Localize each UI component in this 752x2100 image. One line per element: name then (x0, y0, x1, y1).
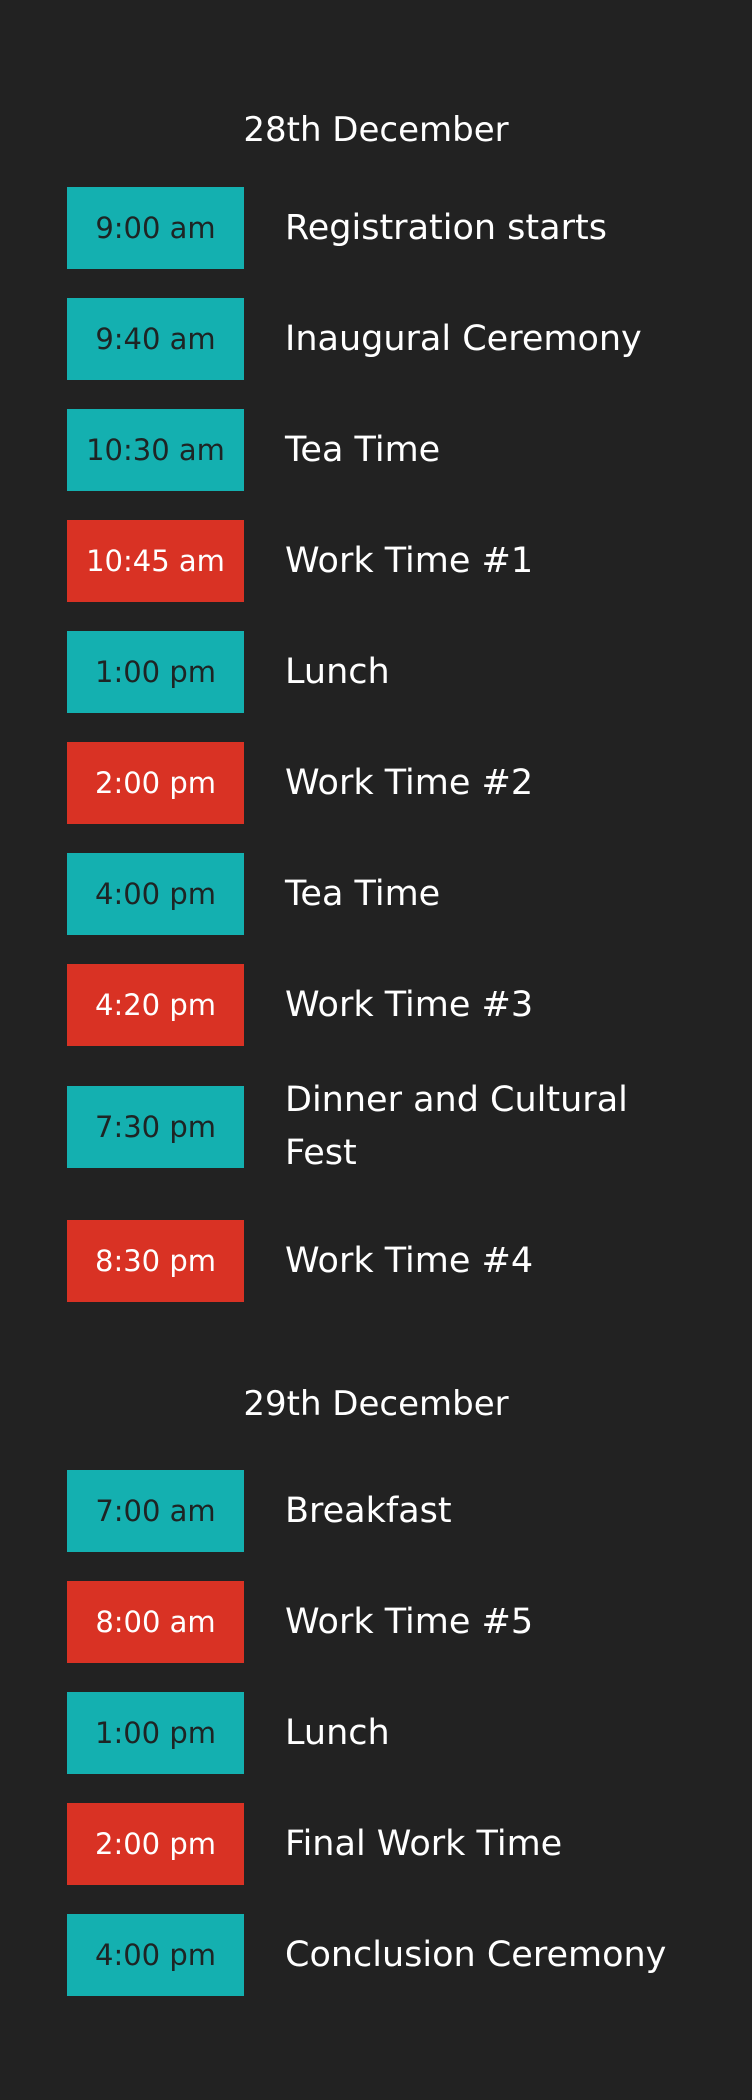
time-badge: 9:40 am (67, 298, 244, 380)
event-title: Work Time #5 (285, 1601, 534, 1642)
time-badge: 8:00 am (67, 1581, 244, 1663)
event-title: Inaugural Ceremony (285, 318, 642, 359)
event-title: Work Time #2 (285, 762, 534, 803)
event-title: Tea Time (285, 429, 441, 470)
day-section-28-december: 28th December 9:00 am Registration start… (0, 105, 752, 1302)
event-title: Lunch (285, 651, 390, 692)
event-title: Breakfast (285, 1490, 452, 1531)
day-heading: 29th December (243, 1384, 509, 1424)
time-badge: 8:30 pm (67, 1220, 244, 1302)
event-title: Final Work Time (285, 1823, 563, 1864)
event-row: 9:00 am Registration starts (0, 187, 752, 269)
event-row: 4:00 pm Conclusion Ceremony (0, 1914, 752, 1996)
event-row: 2:00 pm Work Time #2 (0, 742, 752, 824)
event-row: 2:00 pm Final Work Time (0, 1803, 752, 1885)
schedule-page: 28th December 9:00 am Registration start… (0, 0, 752, 2100)
time-badge: 10:45 am (67, 520, 244, 602)
event-row: 8:00 am Work Time #5 (0, 1581, 752, 1663)
time-badge: 1:00 pm (67, 1692, 244, 1774)
event-row: 7:30 pm Dinner and Cultural Fest (0, 1080, 752, 1173)
event-row: 10:45 am Work Time #1 (0, 520, 752, 602)
event-title: Registration starts (285, 207, 607, 248)
event-title: Work Time #1 (285, 540, 534, 581)
event-title: Work Time #3 (285, 984, 534, 1025)
day-heading: 28th December (243, 110, 509, 150)
event-row: 10:30 am Tea Time (0, 409, 752, 491)
event-title: Lunch (285, 1712, 390, 1753)
time-badge: 10:30 am (67, 409, 244, 491)
time-badge: 4:20 pm (67, 964, 244, 1046)
time-badge: 1:00 pm (67, 631, 244, 713)
event-title: Dinner and Cultural Fest (285, 1080, 628, 1173)
event-row: 4:00 pm Tea Time (0, 853, 752, 935)
time-badge: 4:00 pm (67, 853, 244, 935)
time-badge: 2:00 pm (67, 742, 244, 824)
time-badge: 2:00 pm (67, 1803, 244, 1885)
event-row: 7:00 am Breakfast (0, 1470, 752, 1552)
event-title: Work Time #4 (285, 1240, 534, 1281)
time-badge: 7:30 pm (67, 1086, 244, 1168)
day-section-29-december: 29th December 7:00 am Breakfast 8:00 am … (0, 1379, 752, 1996)
event-title: Tea Time (285, 873, 441, 914)
event-row: 9:40 am Inaugural Ceremony (0, 298, 752, 380)
time-badge: 4:00 pm (67, 1914, 244, 1996)
time-badge: 7:00 am (67, 1470, 244, 1552)
time-badge: 9:00 am (67, 187, 244, 269)
event-row: 1:00 pm Lunch (0, 1692, 752, 1774)
event-title: Conclusion Ceremony (285, 1934, 667, 1975)
event-row: 4:20 pm Work Time #3 (0, 964, 752, 1046)
event-row: 8:30 pm Work Time #4 (0, 1220, 752, 1302)
event-row: 1:00 pm Lunch (0, 631, 752, 713)
